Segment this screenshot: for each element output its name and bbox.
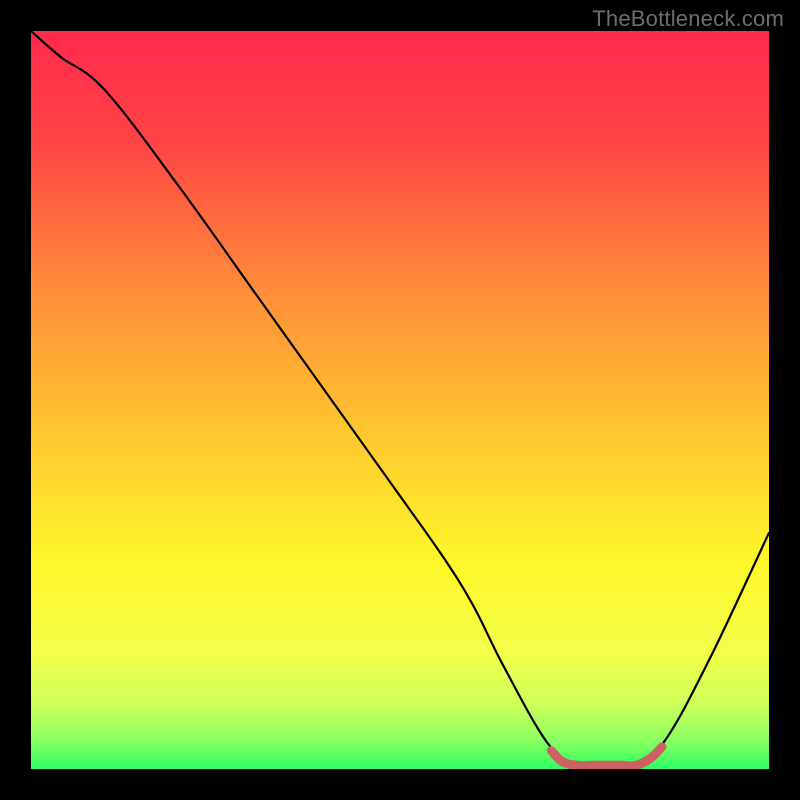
chart-container [31,31,769,769]
watermark-text: TheBottleneck.com [592,6,784,32]
gradient-background [31,31,769,769]
bottleneck-chart [31,31,769,769]
